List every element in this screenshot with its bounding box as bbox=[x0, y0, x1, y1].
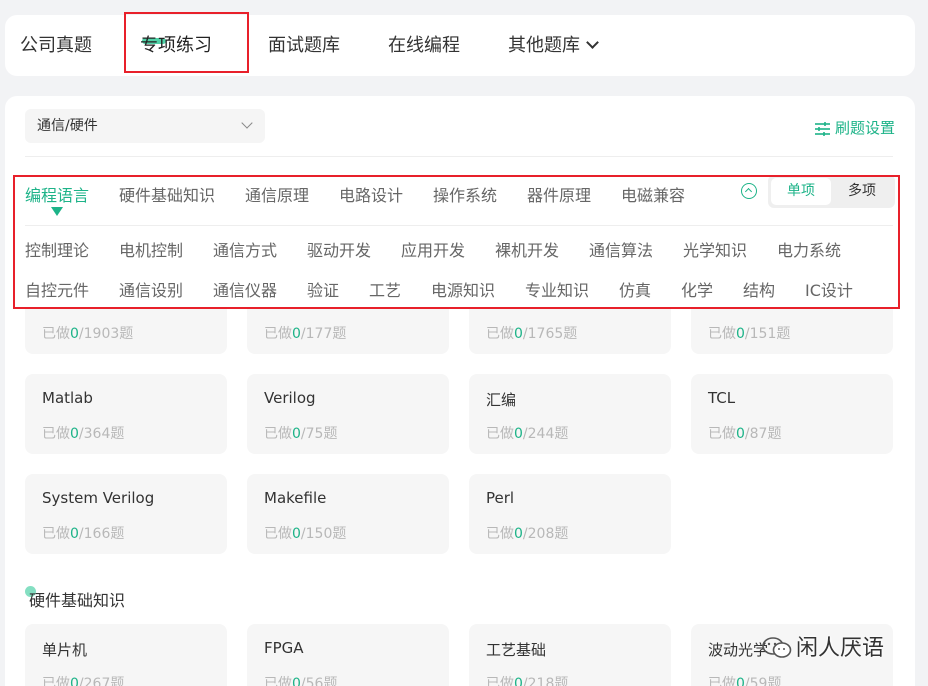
chevron-down-icon bbox=[241, 117, 253, 129]
card-name: TCL bbox=[708, 389, 736, 407]
practice-settings-link[interactable]: 刷题设置 bbox=[814, 117, 895, 138]
card-stat: 已做0/59题 bbox=[708, 676, 782, 686]
topic-card-process-basics[interactable]: 工艺基础 已做0/218题 bbox=[469, 624, 671, 686]
card-name: Verilog bbox=[264, 389, 316, 407]
card-stat: 已做0/151题 bbox=[708, 326, 791, 342]
topic-card-assembly[interactable]: 汇编 已做0/244题 bbox=[469, 374, 671, 454]
topic-card-perl[interactable]: Perl 已做0/208题 bbox=[469, 474, 671, 554]
tab-interview-bank[interactable]: 面试题库 bbox=[268, 15, 340, 76]
card-stat: 已做0/1903题 bbox=[42, 326, 134, 342]
wechat-icon bbox=[762, 637, 792, 658]
topic-card-matlab[interactable]: Matlab 已做0/364题 bbox=[25, 374, 227, 454]
card-stat: 已做0/218题 bbox=[486, 676, 569, 686]
watermark-text: 闲人厌语 bbox=[796, 636, 885, 661]
practice-settings-label: 刷题设置 bbox=[834, 119, 895, 137]
card-stat: 已做0/56题 bbox=[264, 676, 338, 686]
tab-other-bank[interactable]: 其他题库 bbox=[508, 15, 599, 76]
chevron-down-icon bbox=[586, 36, 599, 49]
card-stat: 已做0/75题 bbox=[264, 426, 338, 442]
topic-card-fpga[interactable]: FPGA 已做0/56题 bbox=[247, 624, 449, 686]
category-select-value: 通信/硬件 bbox=[37, 118, 98, 134]
card-stat: 已做0/150题 bbox=[264, 526, 347, 542]
category-highlight-box bbox=[13, 175, 900, 309]
tab-other-label: 其他题库 bbox=[508, 35, 580, 56]
topic-card-tcl[interactable]: TCL 已做0/87题 bbox=[691, 374, 893, 454]
tab-company-questions[interactable]: 公司真题 bbox=[20, 15, 92, 76]
category-select[interactable]: 通信/硬件 bbox=[25, 109, 265, 143]
card-stat: 已做0/1765题 bbox=[486, 326, 578, 342]
topic-card-mcu[interactable]: 单片机 已做0/267题 bbox=[25, 624, 227, 686]
card-name: System Verilog bbox=[42, 489, 155, 507]
section-title: 硬件基础知识 bbox=[29, 591, 126, 610]
card-name: 波动光学 bbox=[708, 641, 769, 659]
card-name: 汇编 bbox=[486, 391, 517, 409]
divider bbox=[25, 156, 893, 157]
card-name: 单片机 bbox=[42, 641, 88, 659]
card-name: Makefile bbox=[264, 489, 327, 507]
card-stat: 已做0/364题 bbox=[42, 426, 125, 442]
card-stat: 已做0/208题 bbox=[486, 526, 569, 542]
topic-card-makefile[interactable]: Makefile 已做0/150题 bbox=[247, 474, 449, 554]
card-stat: 已做0/177题 bbox=[264, 326, 347, 342]
card-stat: 已做0/87题 bbox=[708, 426, 782, 442]
card-stat: 已做0/166题 bbox=[42, 526, 125, 542]
topic-card-verilog[interactable]: Verilog 已做0/75题 bbox=[247, 374, 449, 454]
card-name: Perl bbox=[486, 489, 515, 507]
card-stat: 已做0/244题 bbox=[486, 426, 569, 442]
watermark: 闲人厌语 bbox=[762, 630, 884, 662]
card-name: Matlab bbox=[42, 389, 93, 407]
tab-online-coding[interactable]: 在线编程 bbox=[388, 15, 460, 76]
card-name: FPGA bbox=[264, 639, 304, 657]
sliders-icon bbox=[814, 122, 830, 136]
card-name: 工艺基础 bbox=[486, 641, 547, 659]
card-stat: 已做0/267题 bbox=[42, 676, 125, 686]
topic-card-system-verilog[interactable]: System Verilog 已做0/166题 bbox=[25, 474, 227, 554]
tab-highlight-box bbox=[124, 12, 249, 73]
